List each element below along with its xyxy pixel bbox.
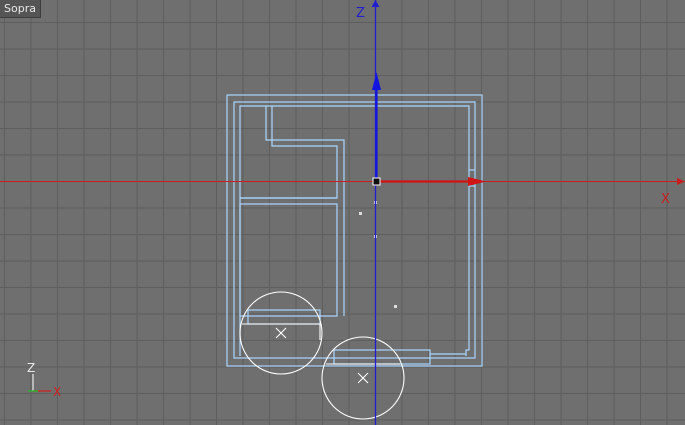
scene-canvas[interactable]: Z X Z X	[0, 0, 685, 425]
gizmo-center-handle	[372, 177, 381, 186]
viewport-grid	[0, 0, 685, 425]
gizmo-z-top-arrow	[371, 0, 380, 7]
viewport-name-label[interactable]: Sopra	[0, 0, 41, 18]
vertex-dot	[394, 305, 397, 308]
outer-wall-outer	[226, 94, 483, 367]
move-gizmo[interactable]	[371, 0, 685, 186]
door-frame-left	[247, 309, 321, 325]
cylinder-left-detail	[242, 323, 321, 340]
gizmo-x-right-arrow	[677, 178, 685, 185]
orientation-z-label: Z	[27, 361, 35, 375]
vertex-dot	[359, 212, 362, 215]
floor-plan[interactable]	[226, 94, 483, 367]
gizmo-z-arrowhead	[372, 72, 381, 90]
viewport-top[interactable]: Z X Z X Sopra	[0, 0, 685, 425]
inner-notch-outer	[265, 106, 345, 316]
inner-wall-top	[239, 105, 470, 356]
vertex-points	[359, 201, 397, 308]
z-axis-label: Z	[356, 6, 365, 21]
x-axis-label: X	[661, 192, 670, 207]
orientation-x-label: X	[53, 385, 61, 399]
gizmo-x-arrowhead	[468, 177, 486, 186]
door-frame-bottom	[333, 349, 431, 365]
